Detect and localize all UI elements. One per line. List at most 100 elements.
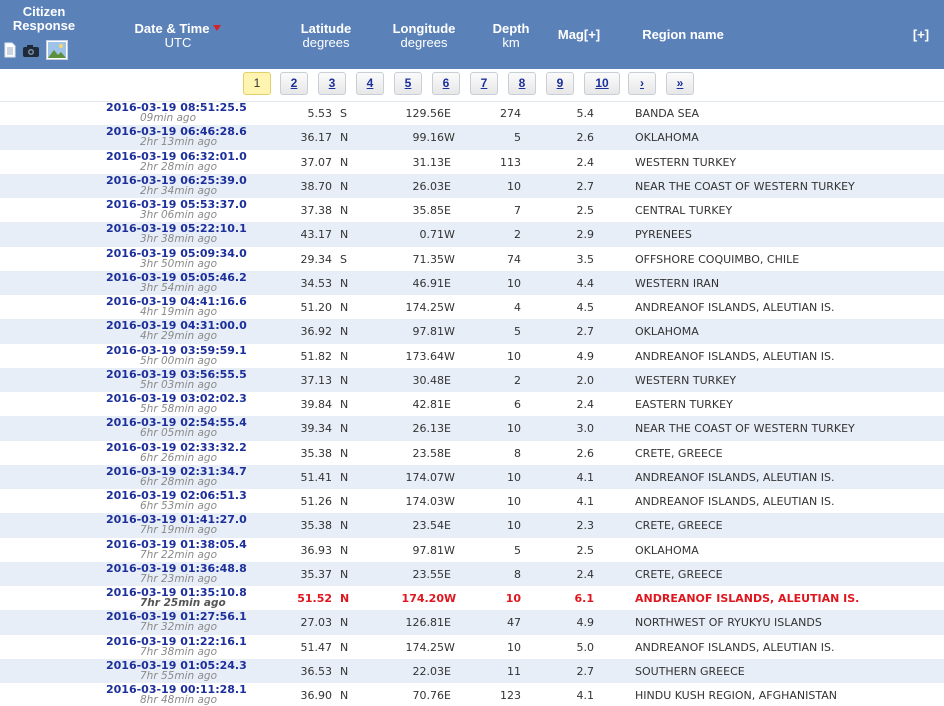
event-magnitude: 2.4 [576,155,595,169]
event-latitude: 37.07 [300,155,333,169]
event-longitude: 30.48 [412,373,445,387]
table-row[interactable]: 2016-03-19 08:51:25.5 09min ago 5.53 S 129.5… [0,101,944,125]
latitude-sub: degrees [302,35,350,50]
event-longitude: 42.81 [412,398,445,411]
event-lon-hemisphere: E [444,664,451,678]
event-time-ago: 5hr 58min ago [140,403,218,415]
table-row[interactable]: 2016-03-19 05:05:46.2 3hr 54min ago 34.53 N… [0,270,944,295]
page-2-button[interactable]: 2 [280,72,308,95]
event-latitude: 36.92 [300,325,333,339]
page-9-button[interactable]: 9 [546,72,574,95]
table-row[interactable]: 2016-03-19 01:22:16.1 7hr 38min ago 51.47 N… [0,635,944,659]
event-magnitude: 2.6 [576,131,595,145]
event-longitude: 70.76 [412,689,445,702]
event-lat-hemisphere: N [340,276,349,290]
page-10-button[interactable]: 10 [584,72,620,95]
page-1-button[interactable]: 1 [243,72,271,95]
event-lon-hemisphere: E [444,519,451,533]
event-longitude: 174.25 [405,640,445,654]
table-row[interactable]: 2016-03-19 02:31:34.7 6hr 28min ago 51.41 N… [0,464,944,489]
page-8-button[interactable]: 8 [508,72,536,95]
event-lat-hemisphere: N [340,301,349,314]
table-row[interactable]: 2016-03-19 02:33:32.2 6hr 26min ago 35.38 N… [0,441,944,465]
event-longitude: 22.03 [412,664,445,678]
event-lat-hemisphere: N [340,398,349,411]
event-region: CRETE, GREECE [635,446,723,460]
table-row[interactable]: 2016-03-19 01:38:05.4 7hr 22min ago 36.93 N… [0,538,944,562]
event-region: CRETE, GREECE [635,567,723,581]
next-page-button[interactable]: › [628,72,656,95]
event-lon-hemisphere: E [444,179,451,193]
table-row[interactable]: 2016-03-19 05:09:34.0 3hr 50min ago 29.34 S… [0,247,944,271]
event-lon-hemisphere: E [444,276,451,290]
event-region: ANDREANOF ISLANDS, ALEUTIAN IS. [635,495,835,508]
mag-header[interactable]: Mag[+] [550,28,608,42]
longitude-header[interactable]: Longitude degrees [382,22,466,50]
event-depth: 5 [514,131,521,145]
region-header[interactable]: Region name [630,28,736,42]
table-row[interactable]: 2016-03-19 05:22:10.1 3hr 38min ago 43.17 N… [0,222,944,247]
table-row[interactable]: 2016-03-19 01:27:56.1 7hr 32min ago 27.03 N… [0,610,944,635]
table-row[interactable]: 2016-03-19 01:05:24.3 7hr 55min ago 36.53 N… [0,658,944,683]
event-lon-hemisphere: W [444,349,455,363]
table-row[interactable]: 2016-03-19 03:02:02.3 5hr 58min ago 39.84 N… [0,392,944,416]
table-row[interactable]: 2016-03-19 06:32:01.0 2hr 28min ago 37.07 N… [0,150,944,174]
table-row[interactable]: 2016-03-19 00:11:28.1 8hr 48min ago 36.90 N… [0,683,944,706]
page-4-button[interactable]: 4 [356,72,384,95]
table-row[interactable]: 2016-03-19 04:31:00.0 4hr 29min ago 36.92 N… [0,319,944,344]
depth-header[interactable]: Depth km [486,22,536,50]
event-latitude: 37.13 [300,373,333,387]
event-depth: 10 [507,422,521,436]
event-magnitude: 4.5 [576,301,595,314]
page-3-button[interactable]: 3 [318,72,346,95]
event-lat-hemisphere: S [340,107,347,120]
page-7-button[interactable]: 7 [470,72,498,95]
event-latitude: 5.53 [307,107,333,120]
event-lon-hemisphere: W [444,325,455,339]
table-row[interactable]: 2016-03-19 03:56:55.5 5hr 03min ago 37.13 N… [0,367,944,392]
page-6-button[interactable]: 6 [432,72,460,95]
table-row[interactable]: 2016-03-19 01:41:27.0 7hr 19min ago 35.38 N… [0,513,944,538]
event-region: ANDREANOF ISLANDS, ALEUTIAN IS. [635,640,835,654]
document-icon[interactable] [4,42,16,62]
table-row[interactable]: 2016-03-19 06:46:28.6 2hr 13min ago 36.17 N… [0,125,944,150]
table-row[interactable]: 2016-03-19 02:54:55.4 6hr 05min ago 39.34 N… [0,416,944,441]
citizen-response-header: Citizen Response [6,5,82,33]
picture-icon[interactable] [46,40,68,64]
events-table: 2016-03-19 08:51:25.5 09min ago 5.53 S 129.5… [0,101,944,706]
event-depth: 8 [514,567,521,581]
table-row[interactable]: 2016-03-19 01:35:10.8 7hr 25min ago 51.52 N… [0,586,944,610]
datetime-header[interactable]: Date & Time UTC [118,22,238,50]
event-depth: 113 [500,155,521,169]
event-lat-hemisphere: N [340,519,349,533]
table-row[interactable]: 2016-03-19 01:36:48.8 7hr 23min ago 35.37 N… [0,561,944,586]
event-magnitude: 2.7 [576,325,595,339]
mag-title: Mag[+] [557,27,601,42]
event-time-ago: 7hr 32min ago [140,621,218,634]
expand-columns-button[interactable]: [+] [902,28,940,42]
event-lon-hemisphere: W [444,543,455,557]
event-region: OFFSHORE COQUIMBO, CHILE [635,252,800,266]
table-row[interactable]: 2016-03-19 06:25:39.0 2hr 34min ago 38.70 N… [0,173,944,198]
event-time-ago: 7hr 55min ago [140,669,218,682]
event-lon-hemisphere: E [444,204,451,217]
event-lat-hemisphere: N [340,543,349,557]
event-lat-hemisphere: N [340,616,349,630]
latitude-header[interactable]: Latitude degrees [286,22,366,50]
pagination: 1 2 3 4 5 6 7 8 9 10 › » [0,69,944,102]
event-magnitude: 2.4 [576,398,595,411]
event-depth: 274 [500,107,521,120]
table-row[interactable]: 2016-03-19 03:59:59.1 5hr 00min ago 51.82 N… [0,344,944,368]
event-time-ago: 6hr 53min ago [140,500,218,512]
last-page-button[interactable]: » [666,72,694,95]
event-depth: 10 [507,470,521,484]
table-row[interactable]: 2016-03-19 02:06:51.3 6hr 53min ago 51.26 N… [0,489,944,513]
table-row[interactable]: 2016-03-19 04:41:16.6 4hr 19min ago 51.20 N… [0,295,944,319]
event-depth: 11 [507,664,521,678]
page-5-button[interactable]: 5 [394,72,422,95]
event-longitude: 23.58 [412,446,445,460]
event-lat-hemisphere: N [340,640,349,654]
camera-icon[interactable] [22,43,40,62]
table-row[interactable]: 2016-03-19 05:53:37.0 3hr 06min ago 37.38 N… [0,198,944,222]
event-lon-hemisphere: W [444,252,455,266]
